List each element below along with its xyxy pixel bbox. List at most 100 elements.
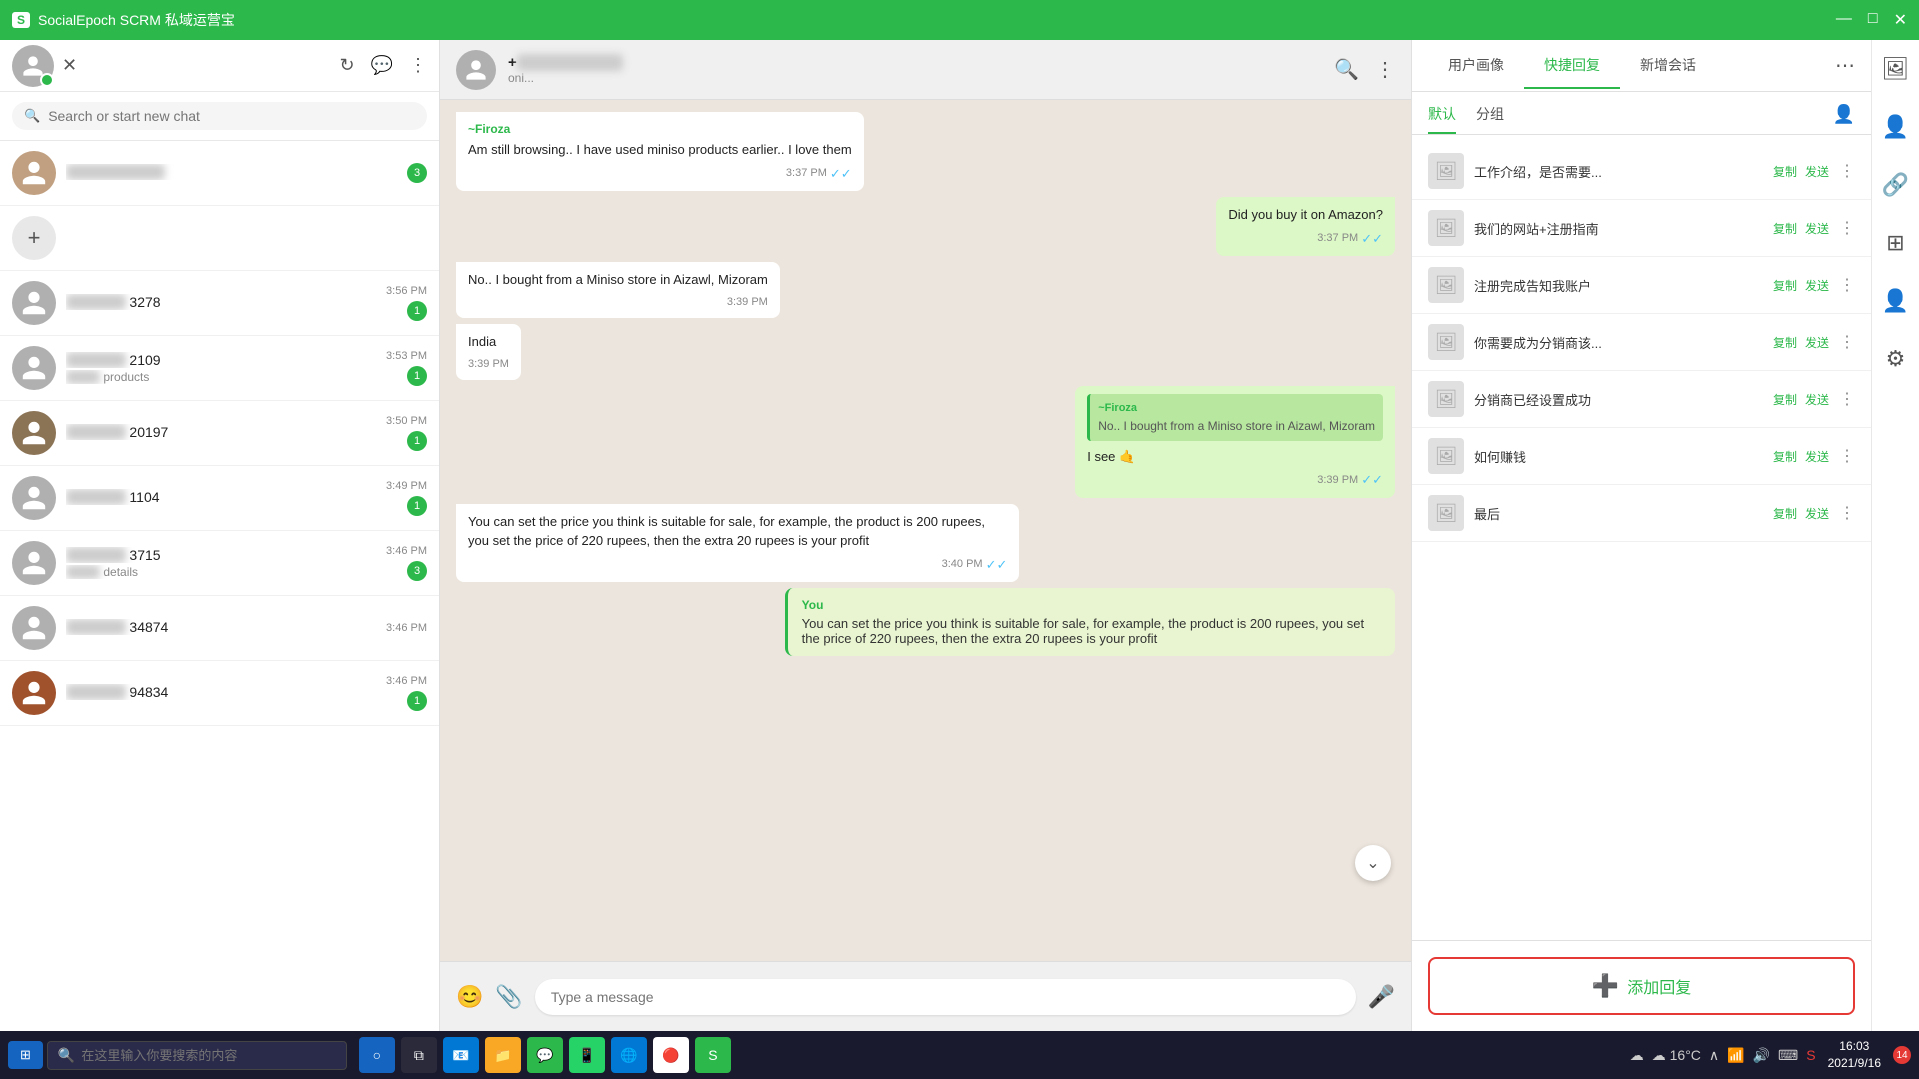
send-button[interactable]: 发送 xyxy=(1805,277,1829,294)
chat-search-icon[interactable]: 🔍 xyxy=(1334,57,1359,82)
contact-avatar xyxy=(12,606,56,650)
taskbar-app-scrm[interactable]: S xyxy=(695,1037,731,1073)
send-button[interactable]: 发送 xyxy=(1805,448,1829,465)
side-icon-user[interactable]: 👤 xyxy=(1874,106,1917,148)
minimize-button[interactable]: — xyxy=(1836,10,1852,30)
search-input-wrap[interactable]: 🔍 xyxy=(12,102,427,130)
quick-reply-more-icon[interactable]: ⋮ xyxy=(1839,503,1855,523)
quick-reply-item[interactable]: 🖼 分销商已经设置成功 复制 发送 ⋮ xyxy=(1412,371,1871,428)
quick-reply-list: 🖼 工作介绍，是否需要... 复制 发送 ⋮ 🖼 我们的网站+注册指南 复制 发… xyxy=(1412,135,1871,940)
send-button[interactable]: 发送 xyxy=(1805,505,1829,522)
quick-reply-item[interactable]: 🖼 你需要成为分销商该... 复制 发送 ⋮ xyxy=(1412,314,1871,371)
emoji-button[interactable]: 😊 xyxy=(456,984,483,1010)
add-reply-section: ➕ 添加回复 xyxy=(1412,940,1871,1031)
taskbar-search[interactable]: 🔍 xyxy=(47,1041,347,1070)
tab-user-profile[interactable]: 用户画像 xyxy=(1428,43,1524,89)
quick-reply-more-icon[interactable]: ⋮ xyxy=(1839,332,1855,352)
mic-button[interactable]: 🎤 xyxy=(1368,984,1395,1010)
keyboard-icon[interactable]: ⌨ xyxy=(1778,1047,1798,1064)
quick-reply-actions: 复制 发送 xyxy=(1773,448,1829,465)
list-item[interactable]: ██████ 2109 ████ products 3:53 PM 1 xyxy=(0,336,439,401)
list-item[interactable]: ██████████ 3 xyxy=(0,141,439,206)
clock-date: 2021/9/16 xyxy=(1828,1055,1881,1072)
taskbar-app-whatsapp[interactable]: 📱 xyxy=(569,1037,605,1073)
taskbar-app-chrome[interactable]: 🔴 xyxy=(653,1037,689,1073)
side-icon-settings[interactable]: ⚙ xyxy=(1878,338,1914,380)
chat-icon[interactable]: 💬 xyxy=(371,55,393,76)
sub-tab-search-icon[interactable]: 👤 xyxy=(1833,104,1855,134)
close-sidebar-icon[interactable]: ✕ xyxy=(62,55,77,76)
message-input[interactable] xyxy=(535,979,1356,1015)
quick-reply-more-icon[interactable]: ⋮ xyxy=(1839,161,1855,181)
chat-header: +██████████ oni... 🔍 ⋮ xyxy=(440,40,1411,100)
quick-reply-item[interactable]: 🖼 如何赚钱 复制 发送 ⋮ xyxy=(1412,428,1871,485)
side-icon-person[interactable]: 👤 xyxy=(1874,280,1917,322)
side-icon-link[interactable]: 🔗 xyxy=(1874,164,1917,206)
taskbar-app-edge[interactable]: 🌐 xyxy=(611,1037,647,1073)
add-contact-button[interactable]: + xyxy=(12,216,56,260)
volume-icon[interactable]: 🔊 xyxy=(1753,1047,1770,1064)
list-item[interactable]: ██████ 1104 3:49 PM 1 xyxy=(0,466,439,531)
send-button[interactable]: 发送 xyxy=(1805,163,1829,180)
send-button[interactable]: 发送 xyxy=(1805,220,1829,237)
tab-quick-reply[interactable]: 快捷回复 xyxy=(1524,43,1620,89)
side-icon-image[interactable]: 🖼 xyxy=(1874,48,1918,90)
taskbar-search-input[interactable] xyxy=(81,1048,321,1063)
taskbar-app-cortana[interactable]: ○ xyxy=(359,1037,395,1073)
taskbar-app-task[interactable]: ⧉ xyxy=(401,1037,437,1073)
copy-button[interactable]: 复制 xyxy=(1773,448,1797,465)
send-button[interactable]: 发送 xyxy=(1805,334,1829,351)
close-button[interactable]: ✕ xyxy=(1894,10,1907,30)
network-icon[interactable]: 📶 xyxy=(1727,1047,1744,1064)
list-item[interactable]: ██████ 20197 3:50 PM 1 xyxy=(0,401,439,466)
list-item[interactable]: ██████ 3278 3:56 PM 1 xyxy=(0,271,439,336)
tab-new-chat[interactable]: 新增会话 xyxy=(1620,43,1716,89)
copy-button[interactable]: 复制 xyxy=(1773,277,1797,294)
taskbar-clock[interactable]: 16:03 2021/9/16 xyxy=(1828,1038,1881,1072)
sub-tab-group[interactable]: 分组 xyxy=(1476,104,1504,134)
quick-reply-actions: 复制 发送 xyxy=(1773,277,1829,294)
quick-reply-more-icon[interactable]: ⋮ xyxy=(1839,218,1855,238)
quick-reply-more-icon[interactable]: ⋮ xyxy=(1839,389,1855,409)
message-text: I see 🤙 xyxy=(1087,447,1383,467)
refresh-icon[interactable]: ↻ xyxy=(339,55,354,76)
quick-reply-item[interactable]: 🖼 我们的网站+注册指南 复制 发送 ⋮ xyxy=(1412,200,1871,257)
chat-more-icon[interactable]: ⋮ xyxy=(1375,57,1395,82)
notification-badge[interactable]: 14 xyxy=(1893,1046,1911,1064)
search-input[interactable] xyxy=(48,108,415,124)
quick-reply-item[interactable]: 🖼 最后 复制 发送 ⋮ xyxy=(1412,485,1871,542)
side-icon-grid[interactable]: ⊞ xyxy=(1878,222,1912,264)
list-item[interactable]: ██████ 3715 ████ details 3:46 PM 3 xyxy=(0,531,439,596)
more-options-icon[interactable]: ⋮ xyxy=(409,55,427,76)
copy-button[interactable]: 复制 xyxy=(1773,163,1797,180)
copy-button[interactable]: 复制 xyxy=(1773,505,1797,522)
maximize-button[interactable]: □ xyxy=(1868,10,1878,30)
quick-reply-item[interactable]: 🖼 工作介绍，是否需要... 复制 发送 ⋮ xyxy=(1412,143,1871,200)
contact-time: 3:50 PM xyxy=(386,415,427,427)
copy-button[interactable]: 复制 xyxy=(1773,334,1797,351)
quick-reply-item[interactable]: 🖼 注册完成告知我账户 复制 发送 ⋮ xyxy=(1412,257,1871,314)
quick-reply-more-icon[interactable]: ⋮ xyxy=(1839,446,1855,466)
taskbar-app-files[interactable]: 📁 xyxy=(485,1037,521,1073)
quick-reply-more-icon[interactable]: ⋮ xyxy=(1839,275,1855,295)
list-item[interactable]: ██████ 34874 3:46 PM xyxy=(0,596,439,661)
add-reply-button[interactable]: ➕ 添加回复 xyxy=(1428,957,1855,1015)
notification-chevron[interactable]: ∧ xyxy=(1709,1047,1719,1064)
copy-button[interactable]: 复制 xyxy=(1773,220,1797,237)
contact-meta: 3:46 PM 1 xyxy=(386,675,427,711)
taskbar-app-mail[interactable]: 📧 xyxy=(443,1037,479,1073)
contact-avatar xyxy=(12,281,56,325)
taskbar-icons: ○ ⧉ 📧 📁 💬 📱 🌐 🔴 S xyxy=(359,1037,731,1073)
attach-button[interactable]: 📎 xyxy=(495,984,522,1010)
sub-tab-default[interactable]: 默认 xyxy=(1428,104,1456,134)
list-item[interactable]: ██████ 94834 3:46 PM 1 xyxy=(0,661,439,726)
taskbar-app-wechat[interactable]: 💬 xyxy=(527,1037,563,1073)
right-panel-more-icon[interactable]: ⋯ xyxy=(1835,53,1855,78)
quick-reply-image: 🖼 xyxy=(1428,267,1464,303)
add-contact-item[interactable]: + xyxy=(0,206,439,271)
start-button[interactable]: ⊞ xyxy=(8,1041,43,1069)
taskbar-extra-icon[interactable]: S xyxy=(1806,1047,1815,1064)
send-button[interactable]: 发送 xyxy=(1805,391,1829,408)
copy-button[interactable]: 复制 xyxy=(1773,391,1797,408)
scroll-down-button[interactable]: ⌄ xyxy=(1355,845,1391,881)
